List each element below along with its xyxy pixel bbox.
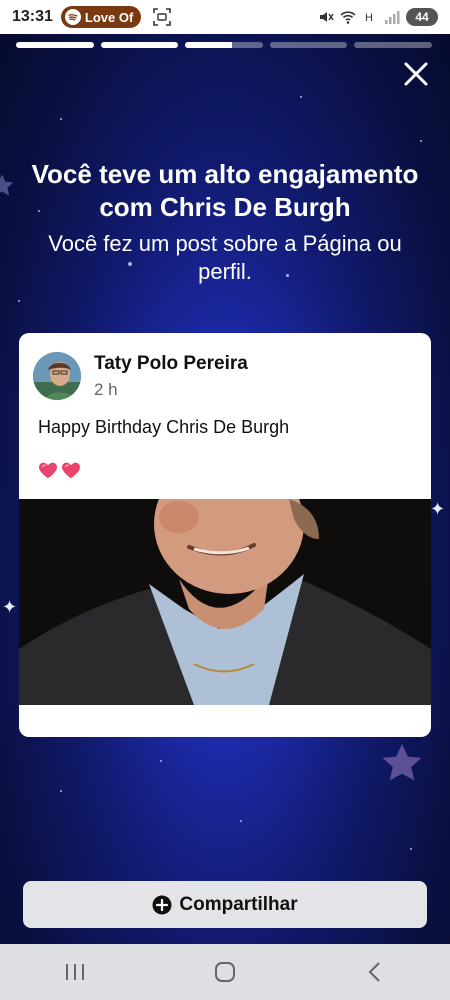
progress-fill: [185, 42, 232, 48]
story-progress: [16, 42, 432, 48]
status-icons: H 44: [318, 8, 438, 26]
star-dot: [300, 96, 302, 98]
post-card[interactable]: Taty Polo Pereira 2 h Happy Birthday Chr…: [19, 333, 431, 737]
media-label: Love Of: [84, 9, 134, 25]
recent-apps-button[interactable]: [45, 952, 105, 992]
avatar-image: [33, 352, 81, 400]
battery-level: 44: [406, 8, 438, 26]
recent-apps-icon: [66, 964, 84, 980]
status-bar: 13:31 Love Of H 44: [0, 0, 450, 34]
mute-icon: [320, 12, 334, 22]
heart-icon: [62, 462, 80, 479]
progress-fill: [16, 42, 94, 48]
share-button[interactable]: Compartilhar: [23, 881, 427, 928]
progress-fill: [100, 42, 179, 48]
progress-segment: [100, 42, 179, 48]
star-dot: [60, 118, 62, 120]
post-photo[interactable]: [19, 499, 431, 705]
post-author[interactable]: Taty Polo Pereira: [94, 353, 248, 375]
story-subline: Você fez um post sobre a Página ou perfi…: [48, 231, 402, 284]
star-icon: [382, 744, 422, 781]
star-dot: [160, 760, 162, 762]
sparkle-icon: ✦: [430, 499, 446, 519]
star-dot: [60, 790, 62, 792]
spotify-icon: [64, 9, 81, 25]
star-dot: [240, 820, 242, 822]
post-photo-image: [19, 499, 431, 705]
star-dot: [18, 300, 20, 302]
wifi-icon: [340, 11, 356, 24]
post-reactions: [37, 459, 82, 481]
progress-segment: [185, 42, 263, 48]
story-headline: Você teve um alto engajamento com Chris …: [31, 159, 419, 222]
star-dot: [410, 848, 412, 850]
home-icon: [215, 962, 235, 982]
svg-text:H: H: [365, 12, 373, 24]
author-avatar[interactable]: [33, 352, 81, 400]
status-time: 13:31: [12, 8, 53, 25]
progress-segment: [16, 42, 94, 48]
system-nav-bar: [0, 944, 450, 1000]
post-text: Happy Birthday Chris De Burgh: [38, 417, 290, 437]
progress-segment: [269, 42, 348, 48]
media-playing-pill[interactable]: Love Of: [60, 6, 142, 28]
plus-circle-icon: [152, 895, 172, 914]
screenshot-scan-icon: [153, 8, 172, 26]
close-icon[interactable]: [402, 60, 430, 88]
star-dot: [420, 140, 422, 142]
post-time: 2 h: [94, 380, 118, 399]
sparkle-icon: ✦: [2, 597, 18, 617]
back-icon: [368, 962, 380, 982]
home-button[interactable]: [195, 952, 255, 992]
heart-icon: [39, 462, 57, 479]
network-h-icon: H: [365, 12, 373, 24]
signal-icon: [385, 11, 400, 24]
back-button[interactable]: [345, 952, 405, 992]
share-label: Compartilhar: [179, 893, 298, 915]
progress-segment: [354, 42, 432, 48]
